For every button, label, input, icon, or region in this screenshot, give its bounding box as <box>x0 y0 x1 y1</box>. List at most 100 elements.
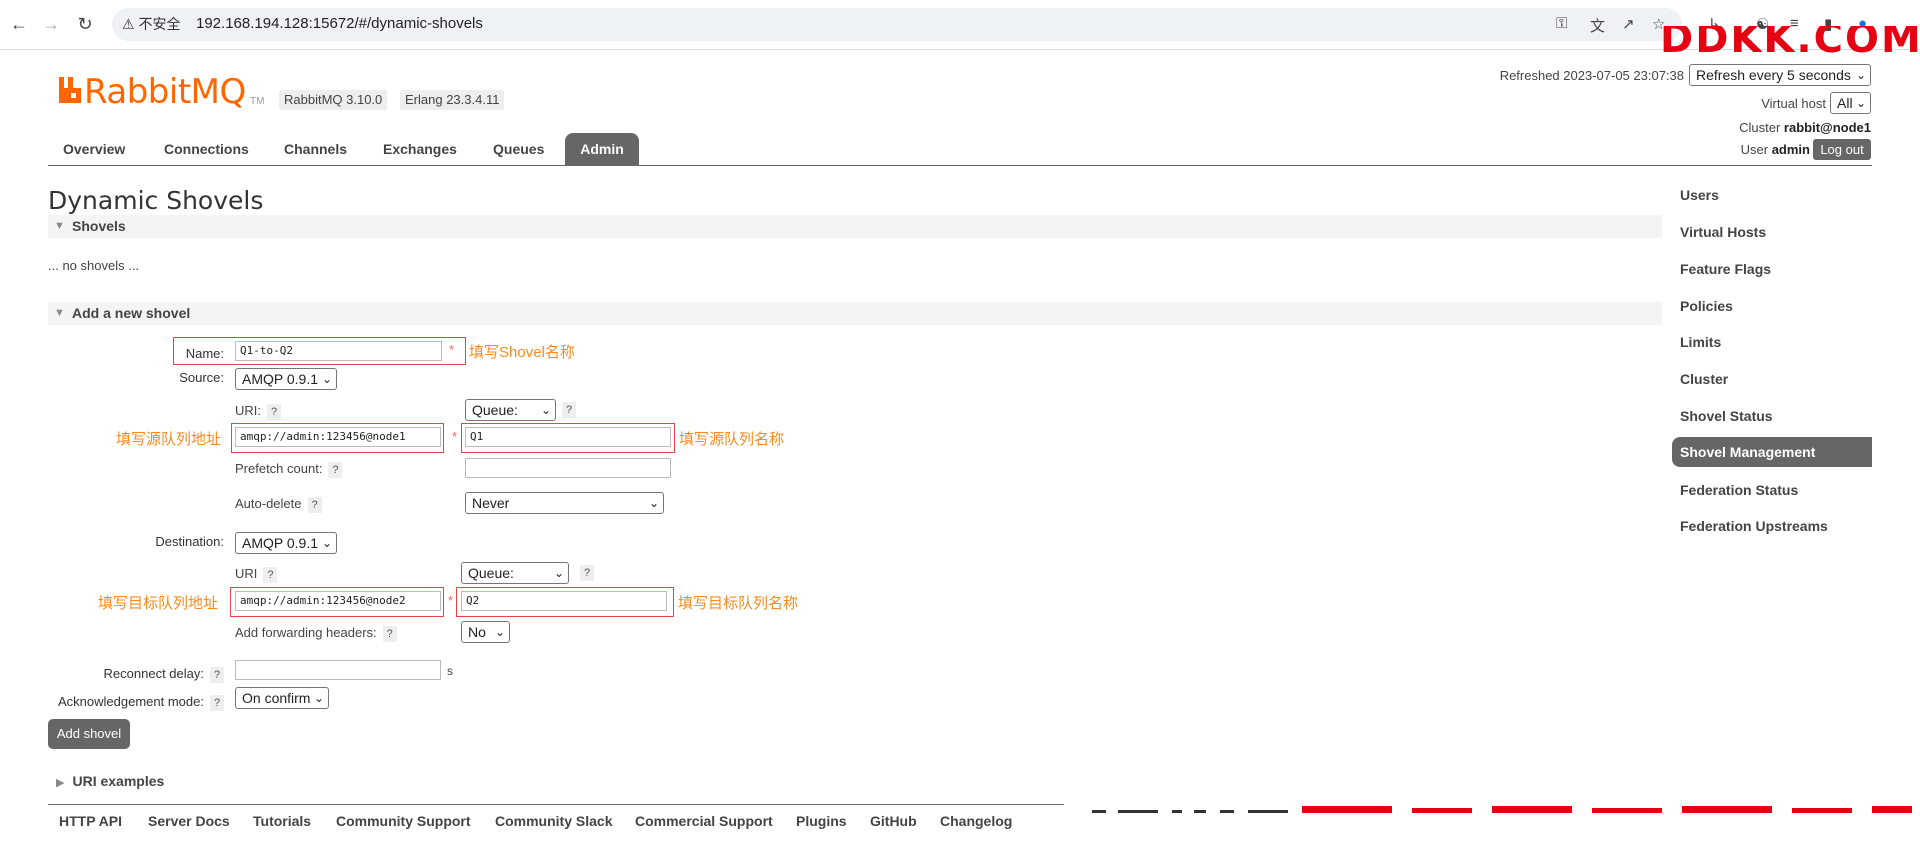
tab-admin[interactable]: Admin <box>565 133 639 165</box>
ack-mode-select[interactable]: On confirm ⌄ <box>235 687 329 709</box>
fwd-headers-label-text: Add forwarding headers: <box>235 625 377 640</box>
reconnect-delay-input[interactable] <box>235 660 441 680</box>
sidebar-item-users[interactable]: Users <box>1680 187 1719 203</box>
uri-examples-label: URI examples <box>72 773 165 789</box>
shovels-section-label: Shovels <box>72 218 126 234</box>
reconnect-label-text: Reconnect delay: <box>103 666 204 681</box>
annotation-src-queue: 填写源队列名称 <box>679 431 785 448</box>
dest-uri-input[interactable]: amqp://admin:123456@node2 <box>235 591 441 611</box>
footer-link-plugins[interactable]: Plugins <box>796 813 847 829</box>
sidebar-item-label: Shovel Management <box>1680 444 1816 460</box>
reconnect-label: Reconnect delay:? <box>40 666 224 683</box>
user-label: User <box>1740 142 1769 157</box>
help-icon[interactable]: ? <box>307 496 322 513</box>
dest-uri-label: URI? <box>235 566 278 583</box>
no-shovels-text: ... no shovels ... <box>48 258 140 273</box>
sidebar-item-virtual-hosts[interactable]: Virtual Hosts <box>1680 224 1766 240</box>
key-icon[interactable]: ⚿ <box>1556 15 1567 32</box>
help-icon[interactable]: ? <box>328 461 343 478</box>
fwd-headers-select[interactable]: No ⌄ <box>461 621 510 643</box>
tab-exchanges[interactable]: Exchanges <box>383 141 457 157</box>
source-type-value: Queue: <box>472 402 518 418</box>
ack-mode-label: Acknowledgement mode:? <box>40 694 224 711</box>
forward-icon[interactable]: → <box>40 13 62 35</box>
source-uri-label: URI:? <box>235 403 281 420</box>
help-icon[interactable]: ? <box>210 666 224 683</box>
ack-label-text: Acknowledgement mode: <box>58 694 204 709</box>
source-protocol-select[interactable]: AMQP 0.9.1 ⌄ <box>235 368 337 390</box>
url-text[interactable]: 192.168.194.128:15672/#/dynamic-shovels <box>196 15 483 32</box>
back-icon[interactable]: ← <box>8 13 30 35</box>
security-indicator[interactable]: ⚠ 不安全 <box>122 14 180 34</box>
shovels-section-header[interactable]: ▼ Shovels <box>48 215 1662 238</box>
help-icon[interactable]: ? <box>580 565 594 581</box>
source-queue-input[interactable]: Q1 <box>465 427 671 447</box>
refreshed-label: Refreshed 2023-07-05 23:07:38 <box>1499 68 1684 83</box>
footer-link-community-slack[interactable]: Community Slack <box>495 813 612 829</box>
help-icon[interactable]: ? <box>210 694 224 711</box>
autodelete-label-text: Auto-delete <box>235 496 302 511</box>
footer-link-commercial-support[interactable]: Commercial Support <box>635 813 773 829</box>
footer-divider <box>48 804 1064 805</box>
reload-icon[interactable]: ↻ <box>74 13 96 35</box>
autodelete-value: Never <box>472 495 510 511</box>
prefetch-input[interactable] <box>465 458 671 478</box>
prefetch-label-text: Prefetch count: <box>235 461 323 476</box>
brand-name[interactable]: RabbitMQ <box>84 72 246 112</box>
chevron-down-icon: ⌄ <box>1855 96 1866 110</box>
annotation-name: 填写Shovel名称 <box>469 344 575 361</box>
tab-connections[interactable]: Connections <box>164 141 249 157</box>
footer-link-community-support[interactable]: Community Support <box>336 813 471 829</box>
tab-queues[interactable]: Queues <box>493 141 544 157</box>
sidebar-item-shovel-status[interactable]: Shovel Status <box>1680 408 1773 424</box>
footer-link-github[interactable]: GitHub <box>870 813 917 829</box>
required-mark: * <box>448 593 454 608</box>
add-shovel-button[interactable]: Add shovel <box>48 719 130 749</box>
user-value: admin <box>1771 142 1810 157</box>
cluster-info: Cluster rabbit@node1 <box>1700 120 1871 135</box>
name-input[interactable]: Q1-to-Q2 <box>235 341 442 361</box>
sidebar-item-policies[interactable]: Policies <box>1680 298 1733 314</box>
name-label: Name: <box>185 346 224 361</box>
sidebar-item-limits[interactable]: Limits <box>1680 334 1721 350</box>
footer-link-changelog[interactable]: Changelog <box>940 813 1012 829</box>
footer-link-server-docs[interactable]: Server Docs <box>148 813 230 829</box>
annotation-dst-queue: 填写目标队列名称 <box>678 595 799 612</box>
sidebar-item-feature-flags[interactable]: Feature Flags <box>1680 261 1771 277</box>
dest-protocol-select[interactable]: AMQP 0.9.1 ⌄ <box>235 532 337 554</box>
required-mark: * <box>449 342 455 357</box>
help-icon[interactable]: ? <box>382 625 397 642</box>
tab-channels[interactable]: Channels <box>284 141 347 157</box>
watermark-bottom <box>1092 806 1912 813</box>
help-icon[interactable]: ? <box>267 403 281 420</box>
chevron-down-icon: ⌄ <box>321 372 332 386</box>
footer-link-http-api[interactable]: HTTP API <box>59 813 122 829</box>
refresh-select[interactable]: Refresh every 5 seconds ⌄ <box>1689 64 1871 86</box>
footer-link-tutorials[interactable]: Tutorials <box>253 813 311 829</box>
source-type-select[interactable]: Queue: ⌄ <box>465 399 556 421</box>
share-icon[interactable]: ↗ <box>1622 15 1635 33</box>
watermark-top: DDKK.COM <box>1660 26 1920 54</box>
sidebar-item-federation-status[interactable]: Federation Status <box>1680 482 1798 498</box>
sidebar-item-cluster[interactable]: Cluster <box>1680 371 1728 387</box>
tab-overview[interactable]: Overview <box>63 141 125 157</box>
sidebar-item-federation-upstreams[interactable]: Federation Upstreams <box>1680 518 1828 534</box>
autodelete-select[interactable]: Never ⌄ <box>465 492 664 514</box>
dest-queue-input[interactable]: Q2 <box>461 591 667 611</box>
logout-button[interactable]: Log out <box>1813 139 1871 160</box>
translate-icon[interactable]: 文 <box>1590 15 1605 36</box>
reconnect-unit: s <box>447 664 453 678</box>
dest-type-select[interactable]: Queue: ⌄ <box>461 562 569 584</box>
sidebar-item-shovel-management[interactable]: Shovel Management <box>1672 437 1872 467</box>
annotation-src-uri: 填写源队列地址 <box>116 431 222 448</box>
add-shovel-section-header[interactable]: ▼ Add a new shovel <box>48 302 1662 325</box>
help-icon[interactable]: ? <box>263 566 278 583</box>
vhost-select[interactable]: All ⌄ <box>1830 92 1871 114</box>
destination-label: Destination: <box>155 534 224 549</box>
uri-examples-toggle[interactable]: ▶ URI examples <box>56 773 164 789</box>
help-icon[interactable]: ? <box>562 402 576 418</box>
security-label: 不安全 <box>138 16 181 32</box>
source-uri-input[interactable]: amqp://admin:123456@node1 <box>235 427 441 447</box>
autodelete-label: Auto-delete? <box>235 496 322 513</box>
source-protocol-value: AMQP 0.9.1 <box>242 371 319 387</box>
